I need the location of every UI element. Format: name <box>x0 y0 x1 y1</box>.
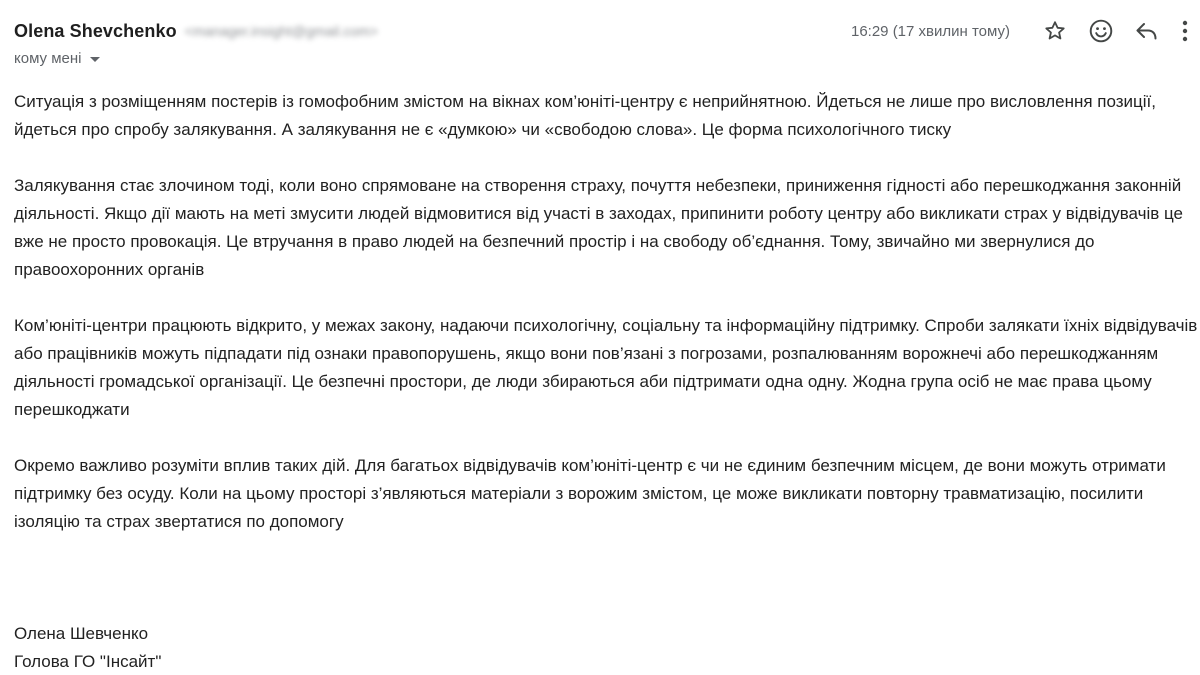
recipient-label: кому мені <box>14 50 82 67</box>
body-paragraph: Залякування стає злочином тоді, коли вон… <box>14 176 1183 279</box>
message-actions: 16:29 (17 хвилин тому) <box>851 14 1200 48</box>
body-paragraph: Ком’юніті-центри працюють відкрито, у ме… <box>14 316 1198 419</box>
more-vert-icon <box>1182 20 1188 42</box>
reply-icon <box>1136 23 1157 40</box>
email-body: Ситуація з розміщенням постерів із гомоф… <box>14 88 1198 564</box>
add-reaction-button[interactable] <box>1078 14 1124 48</box>
email-view: Olena Shevchenko <manager.insight@gmail.… <box>0 0 1200 675</box>
signature-name: Олена Шевченко <box>14 624 149 643</box>
sender-email: <manager.insight@gmail.com> <box>184 23 378 39</box>
caret-down-icon <box>89 57 100 62</box>
star-icon <box>1045 21 1065 40</box>
reply-button[interactable] <box>1124 14 1170 48</box>
body-paragraph: Окремо важливо розуміти вплив таких дій.… <box>14 456 1166 531</box>
sender-name[interactable]: Olena Shevchenko <box>14 21 177 42</box>
message-timestamp: 16:29 (17 хвилин тому) <box>850 22 1010 40</box>
body-paragraph: Ситуація з розміщенням постерів із гомоф… <box>14 92 1157 139</box>
emoji-icon <box>1089 19 1113 43</box>
email-signature: Олена Шевченко Голова ГО "Інсайт" <box>14 620 161 675</box>
signature-title: Голова ГО "Інсайт" <box>14 652 162 671</box>
star-button[interactable] <box>1032 14 1078 48</box>
more-options-button[interactable] <box>1170 14 1200 48</box>
recipient-details-toggle[interactable]: кому мені <box>14 50 1200 67</box>
